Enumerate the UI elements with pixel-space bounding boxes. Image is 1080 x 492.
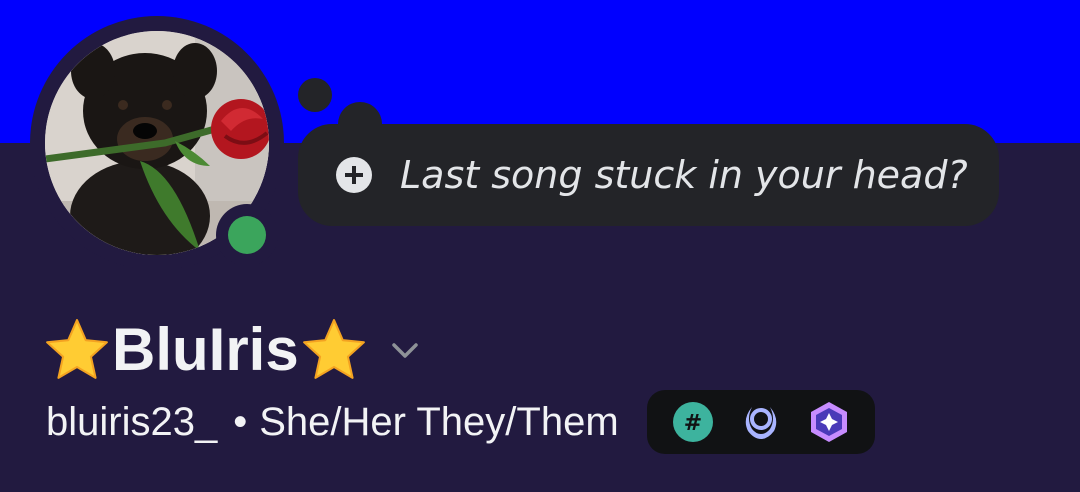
svg-text:#: #: [683, 411, 701, 436]
custom-status-placeholder: Last song stuck in your head?: [400, 153, 968, 197]
thought-bubble-dot-small: [298, 78, 332, 112]
online-status-indicator: [216, 204, 278, 266]
username[interactable]: bluiris23_: [46, 400, 217, 445]
chevron-down-icon[interactable]: [389, 334, 421, 366]
status-online-dot: [228, 216, 266, 254]
hashtag-badge-icon[interactable]: #: [670, 399, 716, 445]
display-name: BluIris: [112, 316, 299, 383]
star-emoji-icon: [302, 319, 365, 379]
separator-dot: •: [233, 399, 248, 444]
add-status-plus-icon[interactable]: [336, 157, 372, 193]
laurel-wreath-badge-icon[interactable]: [738, 399, 784, 445]
display-name-row: BluIris: [44, 312, 421, 388]
custom-status-bubble[interactable]: Last song stuck in your head?: [298, 124, 999, 226]
username-row: bluiris23_ • She/Her They/Them #: [46, 390, 875, 454]
nitro-gem-badge-icon[interactable]: [806, 399, 852, 445]
star-emoji-icon: [46, 319, 108, 379]
badge-tray: #: [646, 390, 875, 454]
pronouns: She/Her They/Them: [259, 399, 619, 444]
